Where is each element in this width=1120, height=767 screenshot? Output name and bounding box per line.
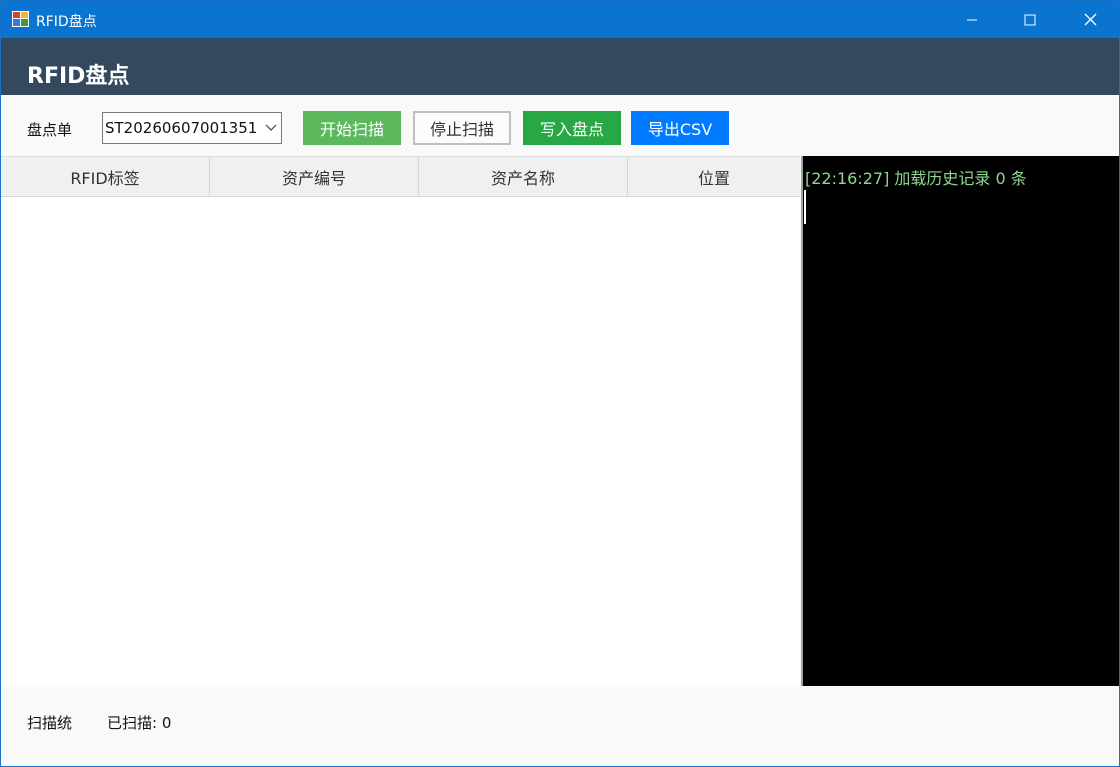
write-inventory-button[interactable]: 写入盘点 [523,111,621,145]
log-line: [22:16:27] 加载历史记录 0 条 [805,169,1027,188]
order-select[interactable]: ST20260607001351 [102,112,282,144]
text-cursor [804,190,806,224]
table-header: RFID标签 资产编号 资产名称 位置 [1,157,800,197]
toolbar: 盘点单 ST20260607001351 开始扫描 停止扫描 写入盘点 导出CS… [1,95,1119,156]
app-header: RFID盘点 [1,38,1119,95]
page-title: RFID盘点 [27,64,130,89]
start-scan-button[interactable]: 开始扫描 [303,111,401,145]
column-header-location[interactable]: 位置 [628,157,800,197]
stop-scan-button[interactable]: 停止扫描 [413,111,511,145]
status-label: 扫描统 [27,714,73,732]
close-icon [1084,13,1096,26]
app-window: RFID盘点 RFID盘点 盘点单 ST20260607001351 开始扫描 … [0,0,1120,767]
minimize-icon [967,19,977,20]
column-header-asset-number[interactable]: 资产编号 [210,157,419,197]
table-body[interactable] [1,197,800,687]
order-select-value: ST20260607001351 [105,119,258,137]
export-csv-button[interactable]: 导出CSV [631,111,729,145]
minimize-button[interactable] [943,1,1001,38]
maximize-button[interactable] [1001,1,1059,38]
maximize-icon [1024,14,1036,25]
window-title: RFID盘点 [36,14,97,30]
chevron-down-icon[interactable] [265,123,277,133]
title-bar[interactable]: RFID盘点 [1,1,1119,38]
scanned-count: 已扫描: 0 [107,714,172,732]
asset-table[interactable]: RFID标签 资产编号 资产名称 位置 [1,156,800,687]
column-header-asset-name[interactable]: 资产名称 [419,157,628,197]
status-bar: 扫描统 已扫描: 0 [1,687,1119,766]
app-icon [12,11,29,27]
log-console[interactable]: [22:16:27] 加载历史记录 0 条 [801,156,1119,686]
column-header-rfid-tag[interactable]: RFID标签 [1,157,210,197]
order-label: 盘点单 [27,121,73,139]
close-button[interactable] [1061,1,1119,38]
